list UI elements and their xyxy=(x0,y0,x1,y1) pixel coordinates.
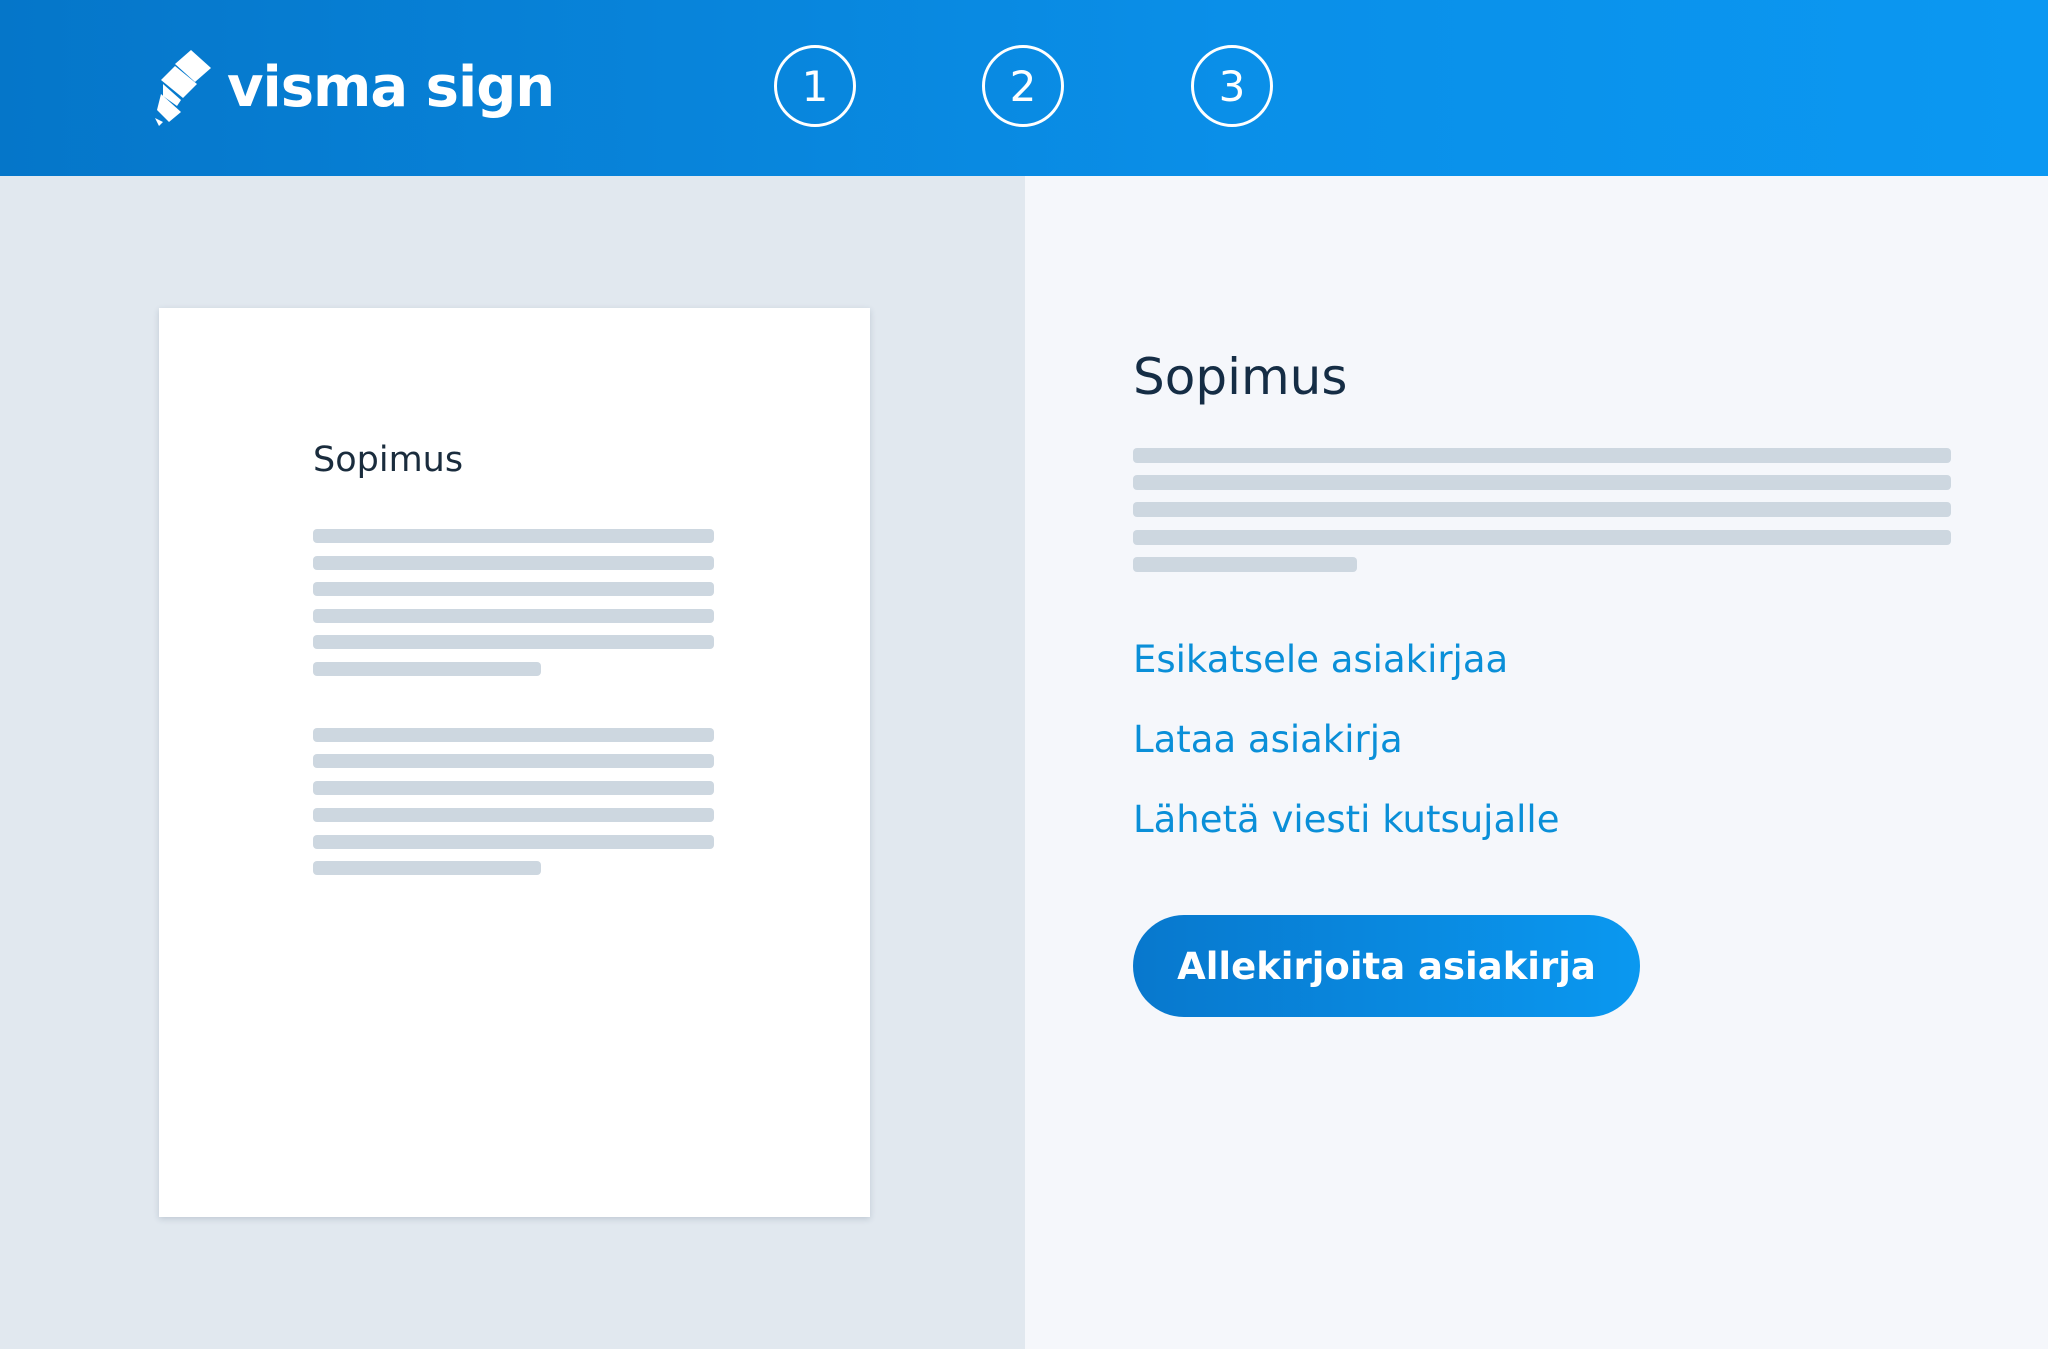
placeholder-text-line xyxy=(313,861,541,875)
placeholder-text-line xyxy=(1133,557,1357,572)
placeholder-text-line xyxy=(1133,502,1951,517)
top-header: visma sign 1 2 3 xyxy=(0,0,2048,176)
preview-document-link[interactable]: Esikatsele asiakirjaa xyxy=(1133,638,1508,681)
document-page-preview[interactable]: Sopimus xyxy=(159,308,870,1217)
step-2-indicator[interactable]: 2 xyxy=(982,45,1064,127)
document-preview-pane: Sopimus xyxy=(0,176,1025,1349)
placeholder-text-line xyxy=(313,754,714,768)
placeholder-text-line xyxy=(313,529,714,543)
sign-document-button[interactable]: Allekirjoita asiakirja xyxy=(1133,915,1640,1017)
placeholder-text-line xyxy=(313,582,714,596)
document-title: Sopimus xyxy=(313,440,464,480)
placeholder-text-line xyxy=(313,808,714,822)
details-title: Sopimus xyxy=(1133,348,1348,406)
step-1-indicator[interactable]: 1 xyxy=(774,45,856,127)
download-document-link[interactable]: Lataa asiakirja xyxy=(1133,718,1403,761)
step-3-indicator[interactable]: 3 xyxy=(1191,45,1273,127)
document-details-pane: Sopimus Esikatsele asiakirjaa Lataa asia… xyxy=(1025,176,2048,1349)
placeholder-text-line xyxy=(313,556,714,570)
send-message-to-inviter-link[interactable]: Lähetä viesti kutsujalle xyxy=(1133,798,1559,841)
pen-logo-icon xyxy=(155,50,211,126)
visma-sign-app: visma sign 1 2 3 Sopimus Sopimus Esikats… xyxy=(0,0,2048,1349)
logo-text: visma sign xyxy=(227,55,555,120)
placeholder-text-line xyxy=(313,835,714,849)
placeholder-text-line xyxy=(313,635,714,649)
placeholder-text-line xyxy=(1133,530,1951,545)
placeholder-text-line xyxy=(313,662,541,676)
placeholder-text-line xyxy=(313,728,714,742)
visma-sign-logo[interactable]: visma sign xyxy=(155,48,555,128)
placeholder-text-line xyxy=(313,781,714,795)
placeholder-text-line xyxy=(1133,475,1951,490)
placeholder-text-line xyxy=(1133,448,1951,463)
placeholder-text-line xyxy=(313,609,714,623)
